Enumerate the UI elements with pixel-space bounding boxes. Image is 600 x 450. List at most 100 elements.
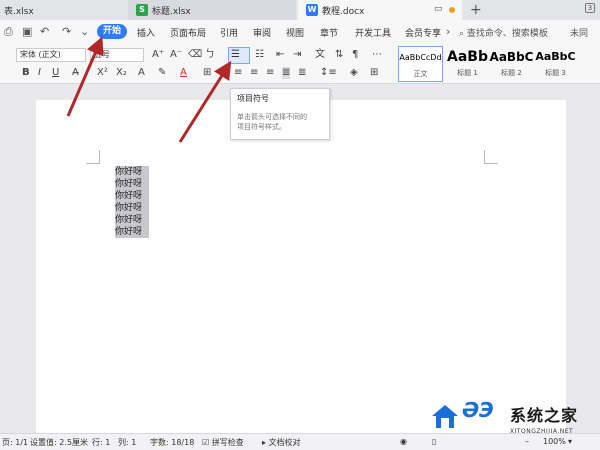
decrease-indent-icon[interactable]: ⇤ [276, 49, 284, 61]
bold-icon[interactable]: B [22, 67, 30, 79]
undo-icon[interactable]: ↶ [40, 25, 49, 38]
style-preview: AaBbC [535, 50, 576, 63]
style-name: 正文 [413, 70, 428, 78]
menu-page-layout[interactable]: 页面布局 [170, 26, 206, 39]
ribbon-toolbar: 宋体 (正文) 五号 A⁺ A⁻ ⌫ ㄅ ☰ ☷ ⇤ ⇥ 文 ⇅ ¶ ⋯ B I… [0, 44, 600, 84]
document-paragraph[interactable]: 你好呀 [115, 214, 149, 226]
status-words[interactable]: 字数: 18/18 [150, 437, 194, 448]
chevron-right-icon[interactable]: › [446, 25, 450, 38]
margin-corner-marker [484, 150, 498, 164]
menu-references[interactable]: 引用 [220, 26, 238, 39]
document-paragraph[interactable]: 你好呀 [115, 190, 149, 202]
font-color-icon[interactable]: A [180, 67, 187, 79]
window-restore-icon[interactable]: 3 [585, 3, 595, 13]
style-normal[interactable]: AaBbCcDd 正文 [398, 46, 443, 82]
spellcheck-label: 拼写检查 [211, 438, 244, 447]
tab-spreadsheet-1[interactable]: 表.xlsx [0, 0, 125, 20]
status-setting: 设置值: 2.5厘米 [30, 438, 88, 447]
underline-icon[interactable]: U [52, 67, 59, 79]
subscript-icon[interactable]: X₂ [116, 67, 127, 79]
menu-member[interactable]: 会员专享 [405, 26, 441, 39]
zoom-dropdown-icon[interactable]: ▾ [568, 437, 572, 446]
save-icon[interactable]: ▣ [22, 25, 32, 38]
zoom-out-icon[interactable]: – [525, 437, 529, 446]
new-tab-button[interactable]: + [470, 2, 482, 18]
style-preview: AaBbC [489, 50, 534, 64]
spreadsheet-icon: S [136, 4, 148, 16]
menu-chapter[interactable]: 章节 [320, 26, 338, 39]
share-label: 未同 [570, 29, 589, 39]
style-name: 标题 3 [545, 69, 566, 77]
clear-format-icon[interactable]: ⌫ [188, 49, 202, 61]
redo-icon[interactable]: ↷ [62, 25, 71, 38]
font-family-value: 宋体 (正文) [20, 50, 61, 59]
bullet-list-icon: ☰ [231, 49, 240, 60]
shrink-font-icon[interactable]: A⁻ [170, 49, 182, 61]
italic-icon[interactable]: I [38, 67, 41, 79]
tab-label: 标题.xlsx [152, 6, 191, 17]
spellcheck-button[interactable]: ☑ 拼写检查 [202, 437, 244, 448]
pinyin-icon[interactable]: ㄅ [205, 49, 215, 61]
style-name: 标题 1 [457, 69, 478, 77]
superscript-icon[interactable]: X² [97, 67, 108, 79]
show-marks-icon[interactable]: ¶ [352, 49, 358, 61]
command-search[interactable]: ⌕ 查找命令、搜索模板 [459, 26, 548, 39]
search-placeholder: 查找命令、搜索模板 [466, 29, 548, 39]
style-heading-1[interactable]: AaBb 标题 1 [445, 46, 490, 82]
margin-corner-marker [86, 150, 100, 164]
print-icon[interactable]: ⎙ [4, 25, 13, 39]
text-effect-icon[interactable]: A [138, 67, 145, 79]
share-button[interactable]: 未同 [570, 26, 588, 39]
highlight-icon[interactable]: ✎ [158, 67, 166, 79]
unsaved-dot-icon [449, 7, 455, 13]
proofread-button[interactable]: ▸ 文档校对 [262, 437, 301, 448]
style-heading-3[interactable]: AaBbC 标题 3 [533, 46, 578, 82]
menu-view[interactable]: 视图 [286, 26, 304, 39]
bullet-tooltip: 项目符号 单击箭头可选择不同的 项目符号样式。 [230, 88, 330, 140]
numbered-list-icon[interactable]: ☷ [255, 49, 264, 61]
font-size-select[interactable]: 五号 [90, 48, 144, 62]
strikethrough-icon[interactable]: A̶ [72, 67, 79, 79]
tab-label: 表.xlsx [4, 6, 34, 17]
status-col: 列: 1 [118, 438, 137, 447]
grow-font-icon[interactable]: A⁺ [152, 49, 164, 61]
menu-developer[interactable]: 开发工具 [355, 26, 391, 39]
style-preview: AaBb [447, 49, 488, 65]
shading-icon[interactable]: ◈ [350, 67, 358, 79]
page-view-icon[interactable]: ▯ [432, 437, 436, 446]
document-paragraph[interactable]: 你好呀 [115, 166, 149, 178]
increase-indent-icon[interactable]: ⇥ [293, 49, 301, 61]
justify-icon[interactable]: ≣ [282, 67, 291, 79]
menu-home[interactable]: 开始 [97, 24, 127, 39]
align-left-icon[interactable]: ≡ [234, 67, 242, 79]
document-paragraph[interactable]: 你好呀 [115, 202, 149, 214]
style-heading-2[interactable]: AaBbC 标题 2 [489, 46, 534, 82]
bullet-list-button[interactable]: ☰ [228, 47, 250, 64]
zoom-level[interactable]: 100% [543, 437, 566, 446]
house-logo-icon [432, 405, 458, 428]
distribute-icon[interactable]: ≣ [298, 67, 306, 79]
monitor-icon[interactable]: ▭ [434, 4, 443, 14]
eye-icon[interactable]: ◉ [400, 437, 407, 446]
line-spacing-icon[interactable]: ↕≡ [320, 67, 337, 79]
document-icon: W [306, 4, 318, 16]
tab-label: 教程.docx [322, 6, 365, 17]
align-right-icon[interactable]: ≡ [266, 67, 274, 79]
status-page: 页: 1/1 [2, 438, 29, 447]
customize-icon[interactable]: ⌄ [80, 25, 89, 38]
borders-icon[interactable]: ⊞ [370, 67, 378, 79]
menu-review[interactable]: 审阅 [253, 26, 271, 39]
ribbon-more-icon[interactable]: ⋯ [372, 49, 382, 61]
chinese-layout-icon[interactable]: 文 [315, 49, 325, 61]
status-bar: 页: 1/1 设置值: 2.5厘米 行: 1 列: 1 字数: 18/18 ☑ … [0, 433, 600, 450]
font-family-select[interactable]: 宋体 (正文) [16, 48, 86, 62]
tab-spreadsheet-2[interactable]: S 标题.xlsx [128, 0, 296, 20]
align-center-icon[interactable]: ≡ [250, 67, 258, 79]
menu-insert[interactable]: 插入 [137, 26, 155, 39]
sort-icon[interactable]: ⇅ [335, 49, 343, 61]
document-paragraph[interactable]: 你好呀 [115, 178, 149, 190]
document-paragraph[interactable]: 你好呀 [115, 226, 149, 238]
char-border-icon[interactable]: ⊞ [203, 67, 211, 79]
tab-document[interactable]: W 教程.docx ▭ [298, 0, 462, 20]
menu-bar: ⎙ ▣ ↶ ↷ ⌄ 开始 插入 页面布局 引用 审阅 视图 章节 开发工具 会员… [0, 20, 600, 44]
